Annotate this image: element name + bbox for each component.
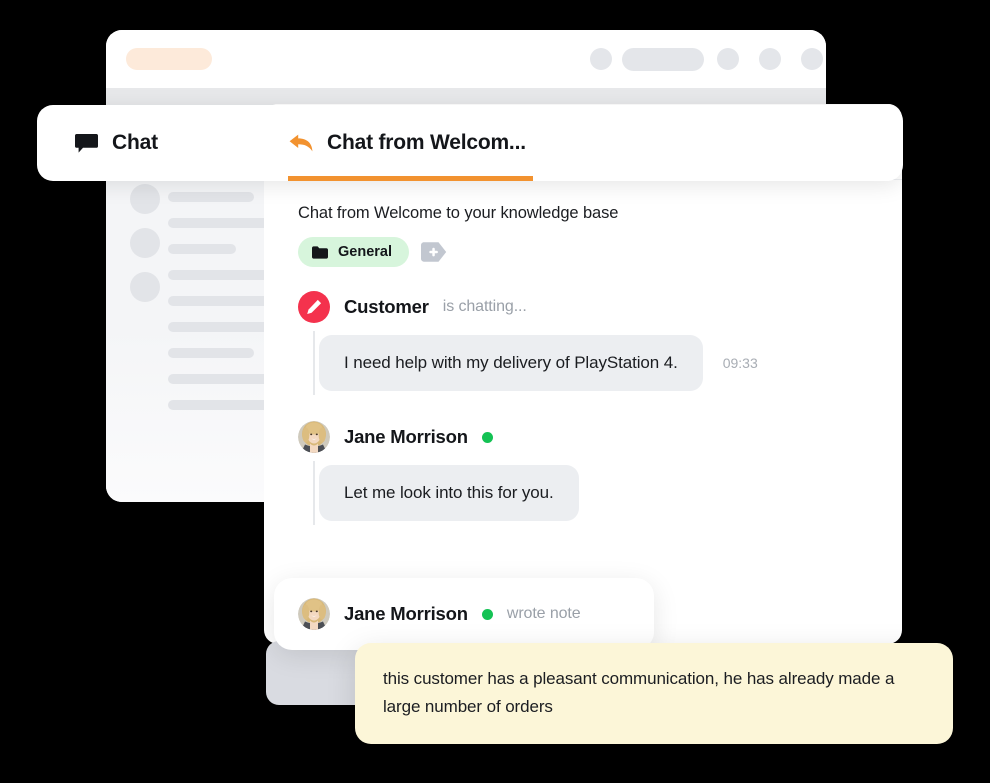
- skeleton-line: [168, 348, 254, 358]
- note-author: Jane Morrison: [344, 603, 468, 624]
- message-author: Jane Morrison: [344, 426, 468, 447]
- avatar[interactable]: [298, 291, 330, 323]
- message-bubble: Let me look into this for you.: [319, 465, 579, 521]
- chat-header-label: Chat: [112, 131, 158, 154]
- tag-row: General: [298, 237, 878, 267]
- brand-placeholder: [126, 48, 212, 70]
- app-topbar: [106, 30, 826, 88]
- message-timestamp: 09:33: [722, 355, 758, 371]
- screenshot-stage: Chat from Welcom... Chat from Welcome to…: [0, 0, 990, 783]
- tab-active-underline-overlay: [288, 176, 533, 181]
- message-body: Let me look into this for you.: [298, 461, 878, 525]
- message-author: Customer: [344, 296, 429, 317]
- skeleton-avatar: [130, 184, 160, 214]
- avatar[interactable]: [298, 598, 330, 630]
- message-status: is chatting...: [442, 298, 527, 315]
- tab-label-overlay: Chat from Welcom...: [327, 131, 526, 154]
- skeleton-avatar: [130, 228, 160, 258]
- skeleton-line: [168, 192, 254, 202]
- topbar-icon-placeholder-2[interactable]: [717, 48, 739, 70]
- skeleton-line: [168, 374, 278, 384]
- avatar[interactable]: [298, 421, 330, 453]
- reply-arrow-icon: [288, 132, 314, 154]
- topbar-icon-placeholder-3[interactable]: [759, 48, 781, 70]
- tag-general-label: General: [338, 244, 392, 260]
- message-body: I need help with my delivery of PlayStat…: [298, 331, 878, 395]
- tab-chat-from-welcome-overlay[interactable]: Chat from Welcom...: [288, 105, 526, 181]
- online-status-dot: [481, 431, 493, 443]
- topbar-icon-placeholder-1[interactable]: [590, 48, 612, 70]
- folder-icon: [312, 245, 328, 259]
- chat-content: Chat from Welcome to your knowledge base…: [264, 180, 902, 525]
- chat-header-card: Chat Chat from Welcom...: [37, 105, 903, 181]
- topbar-pill-placeholder[interactable]: [622, 48, 704, 71]
- skeleton-line: [168, 270, 276, 280]
- message-header: Customer is chatting...: [298, 289, 878, 325]
- tag-plus-icon[interactable]: [421, 242, 447, 262]
- topbar-icon-placeholder-4[interactable]: [801, 48, 823, 70]
- note-action: wrote note: [506, 605, 581, 622]
- skeleton-line: [168, 244, 236, 254]
- chat-panel: Chat from Welcom... Chat from Welcome to…: [264, 104, 902, 644]
- chat-balloon-icon: [75, 133, 98, 153]
- conversation-subject: Chat from Welcome to your knowledge base: [298, 204, 619, 222]
- note-card-header: Jane Morrison wrote note: [274, 578, 654, 650]
- note-body: this customer has a pleasant communicati…: [355, 643, 953, 744]
- message-bubble: I need help with my delivery of PlayStat…: [319, 335, 703, 391]
- online-status-dot: [481, 608, 493, 620]
- tag-general[interactable]: General: [298, 237, 409, 267]
- skeleton-avatar: [130, 272, 160, 302]
- message-header: Jane Morrison: [298, 419, 878, 455]
- message-group-agent: Jane Morrison Let me look into this for …: [298, 419, 878, 525]
- message-group-customer: Customer is chatting... I need help with…: [298, 289, 878, 395]
- pencil-icon: [306, 299, 322, 315]
